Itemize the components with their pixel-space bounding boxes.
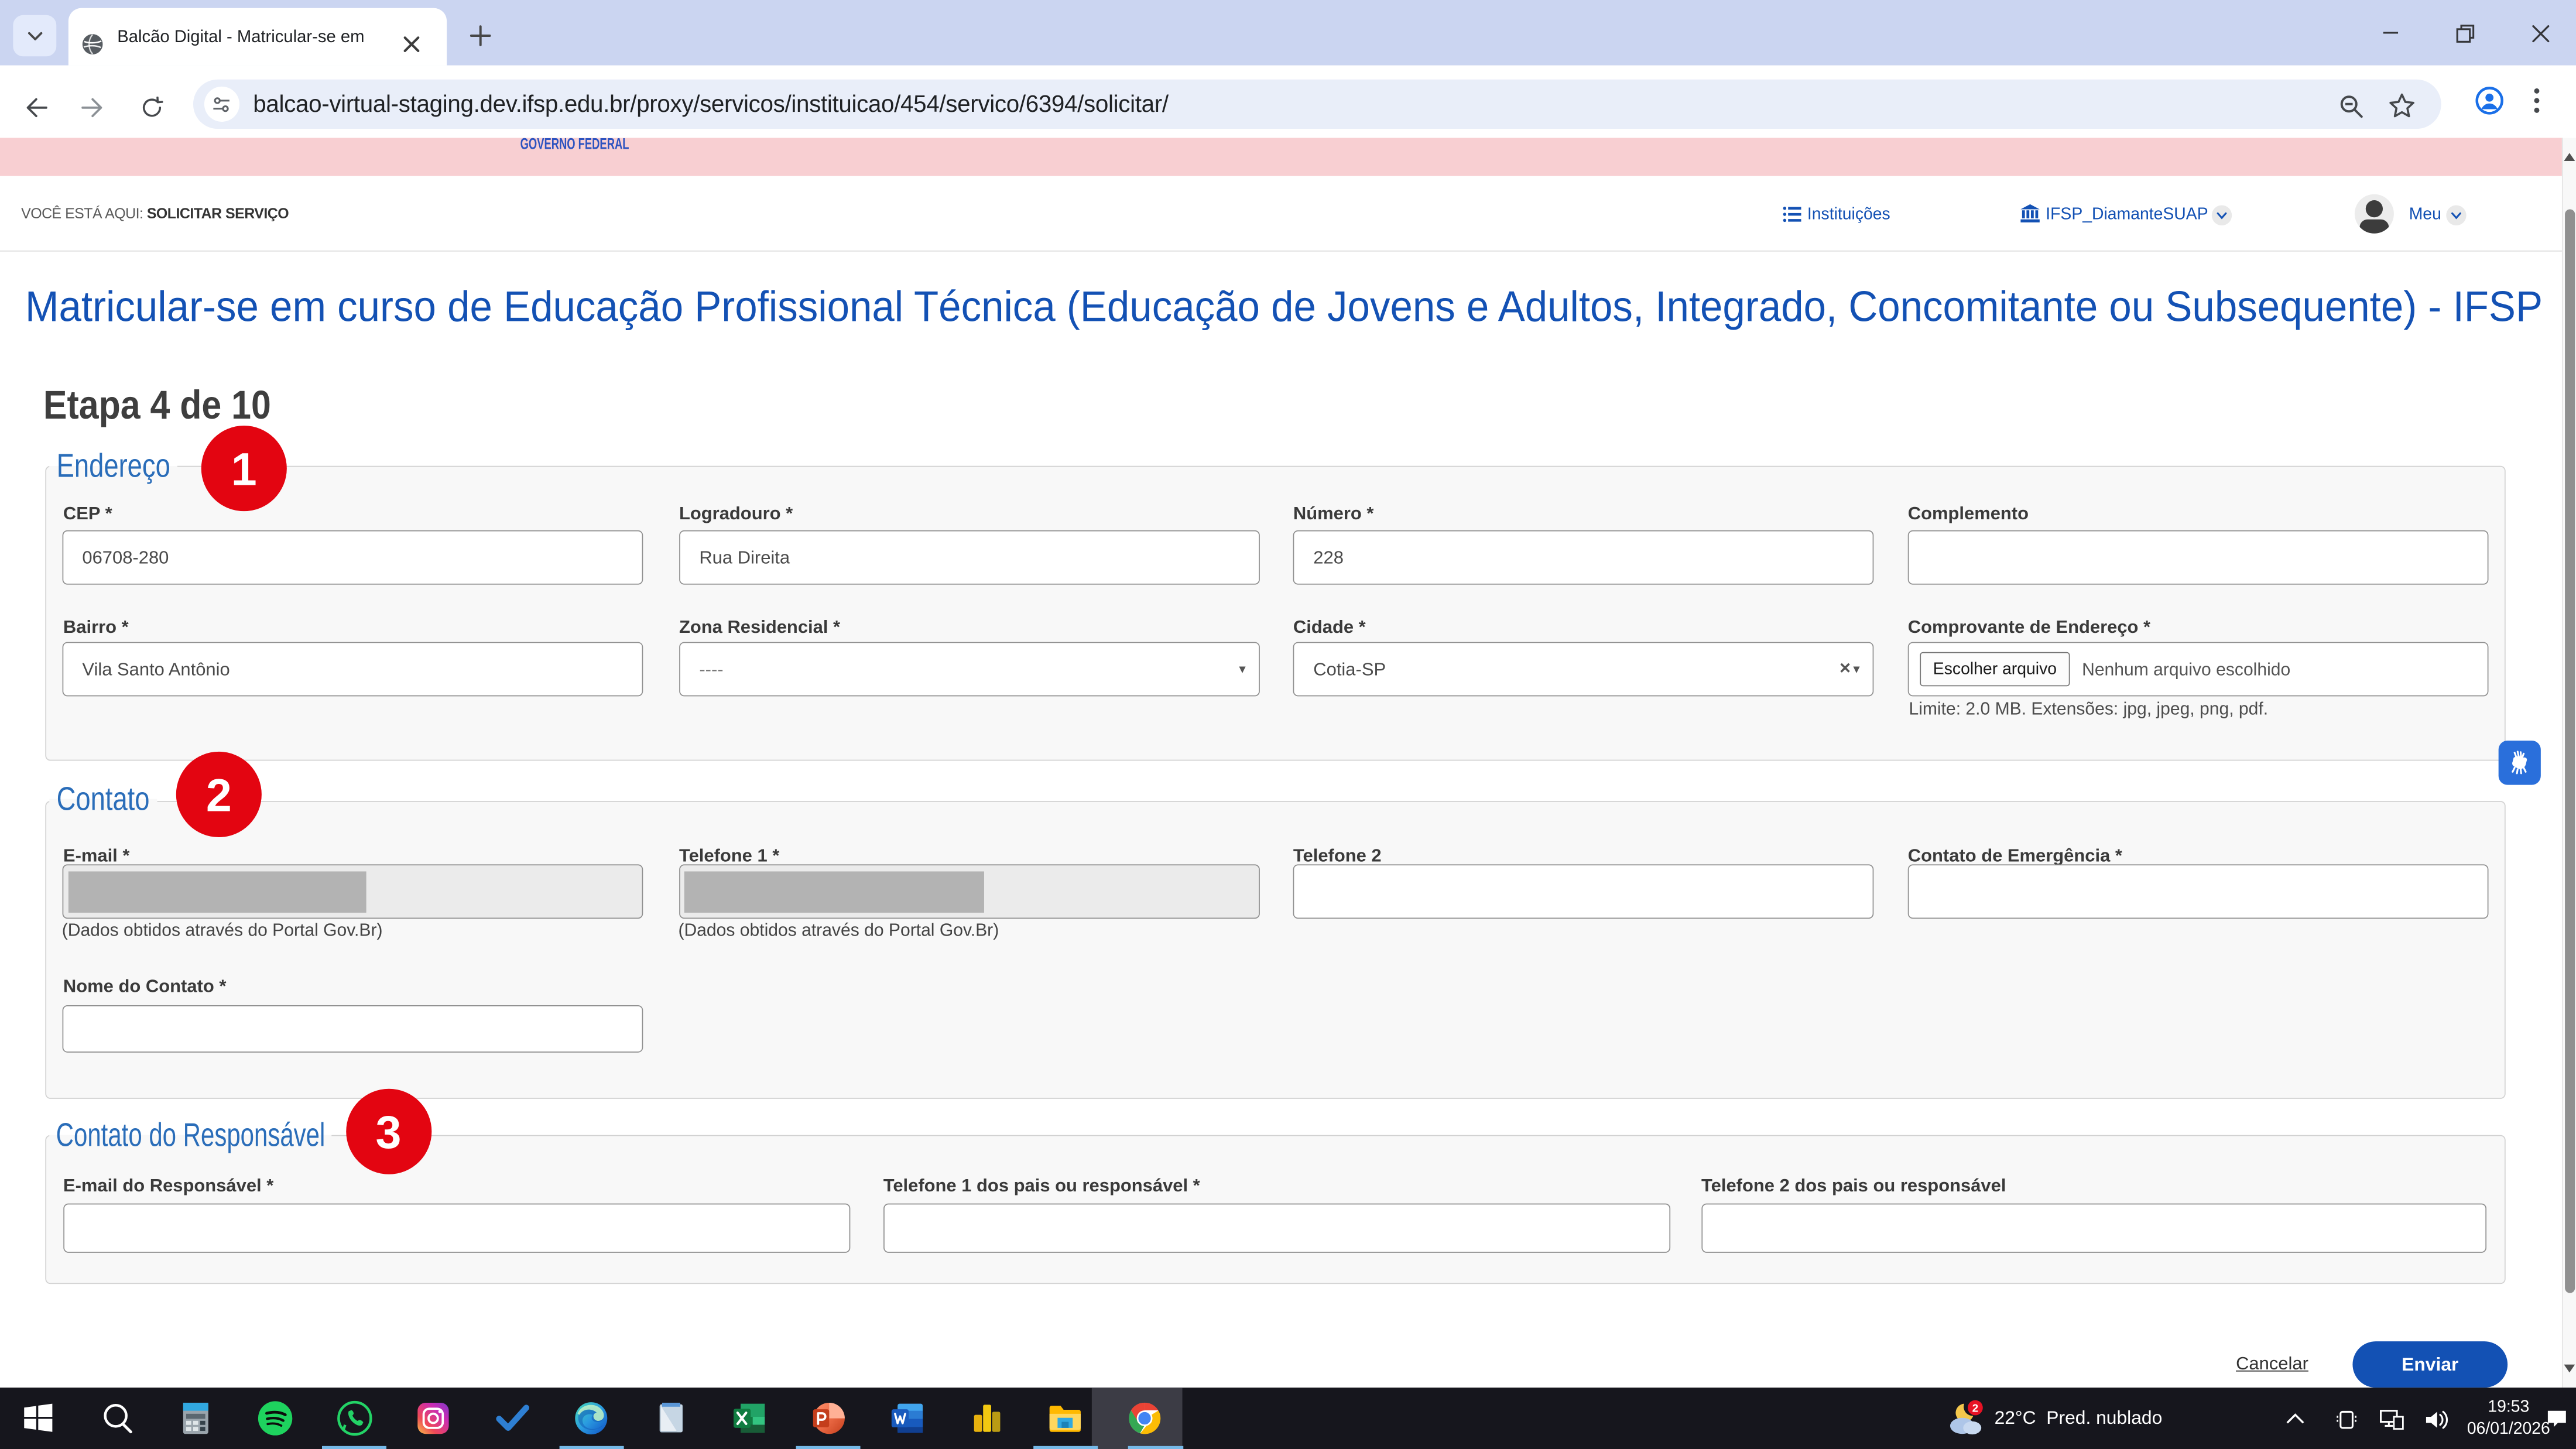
svg-text:2: 2: [1972, 1402, 1979, 1414]
